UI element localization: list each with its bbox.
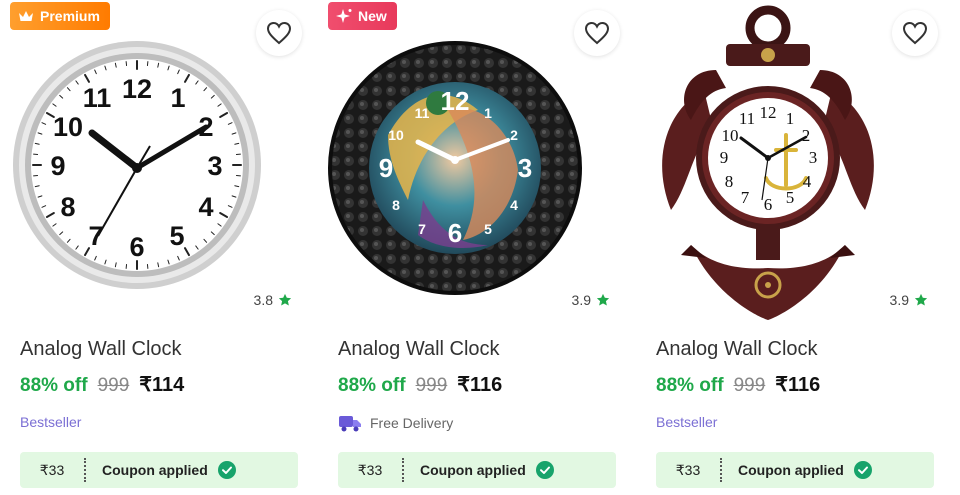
new-badge: New (328, 2, 397, 30)
selling-price: ₹116 (457, 374, 503, 396)
coupon-strip[interactable]: ₹33 Coupon applied (338, 452, 616, 488)
coupon-divider (402, 458, 404, 482)
product-card[interactable]: 12 1 2 3 4 5 6 7 8 9 10 11 3.9 Analog Wa… (646, 0, 946, 495)
numeral-7: 7 (418, 221, 426, 237)
wishlist-button[interactable] (256, 10, 302, 56)
delivery-truck-icon (339, 416, 361, 432)
numeral-2: 2 (802, 126, 811, 145)
star-icon (596, 293, 610, 306)
bestseller-tag: Bestseller (656, 414, 717, 430)
numeral-3: 3 (809, 148, 818, 167)
numeral-8: 8 (60, 192, 75, 222)
coupon-amount: ₹33 (39, 461, 65, 478)
numeral-11: 11 (83, 83, 112, 113)
coupon-label: Coupon applied (738, 462, 844, 478)
discount-label: 88% off (338, 375, 406, 396)
numeral-1: 1 (786, 109, 795, 128)
numeral-7: 7 (88, 221, 103, 251)
product-card[interactable]: 12 1 2 3 4 5 6 7 8 9 10 11 Prem (10, 0, 310, 495)
heart-icon (584, 21, 610, 45)
premium-badge: Premium (10, 2, 110, 30)
numeral-2: 2 (510, 127, 518, 143)
tag-label: Bestseller (20, 414, 82, 430)
numeral-11: 11 (415, 105, 430, 121)
heart-icon (902, 21, 928, 45)
numeral-3: 3 (207, 151, 222, 181)
coupon-amount: ₹33 (357, 461, 383, 478)
free-delivery-tag: Free Delivery (338, 414, 453, 432)
bestseller-tag: Bestseller (20, 414, 81, 430)
check-circle-icon (217, 461, 236, 479)
numeral-5: 5 (786, 188, 795, 207)
coupon-strip[interactable]: ₹33 Coupon applied (656, 452, 934, 488)
numeral-4: 4 (803, 172, 812, 191)
sparkle-icon (336, 9, 352, 23)
badge-label: Premium (40, 8, 100, 24)
numeral-1: 1 (170, 83, 185, 113)
tag-label: Bestseller (656, 414, 718, 430)
coupon-strip[interactable]: ₹33 Coupon applied (20, 452, 298, 488)
coupon-divider (84, 458, 86, 482)
wishlist-button[interactable] (892, 10, 938, 56)
numeral-12: 12 (760, 103, 777, 122)
product-card[interactable]: 12 3 6 9 1 2 4 5 7 8 10 11 New 3.9 Analo… (328, 0, 628, 495)
tag-label: Free Delivery (370, 415, 454, 431)
discount-label: 88% off (20, 375, 88, 396)
heart-icon (266, 21, 292, 45)
numeral-9: 9 (720, 148, 729, 167)
product-image[interactable]: 12 1 2 3 4 5 6 7 8 9 10 11 Prem (10, 0, 310, 330)
numeral-11: 11 (739, 109, 755, 128)
numeral-12: 12 (441, 86, 470, 116)
rating-value: 3.8 (253, 292, 273, 308)
badge-label: New (358, 8, 387, 24)
numeral-9: 9 (50, 151, 65, 181)
star-icon (278, 293, 292, 306)
numeral-4: 4 (198, 192, 213, 222)
product-image[interactable]: 12 1 2 3 4 5 6 7 8 9 10 11 3.9 (646, 0, 946, 330)
star-icon (914, 293, 928, 306)
check-circle-icon (853, 461, 872, 479)
numeral-4: 4 (510, 197, 518, 213)
rating-value: 3.9 (571, 292, 591, 308)
rating: 3.8 (254, 292, 292, 308)
original-price: 999 (415, 375, 448, 396)
coupon-amount: ₹33 (675, 461, 701, 478)
numeral-1: 1 (484, 105, 492, 121)
original-price: 999 (97, 375, 130, 396)
numeral-7: 7 (741, 188, 750, 207)
coupon-divider (720, 458, 722, 482)
price-row: 88% off 999 ₹116 (656, 372, 820, 397)
coupon-label: Coupon applied (102, 462, 208, 478)
selling-price: ₹116 (775, 374, 821, 396)
crown-icon (19, 11, 33, 21)
numeral-10: 10 (53, 112, 83, 142)
numeral-10: 10 (388, 127, 404, 143)
numeral-6: 6 (764, 195, 773, 214)
numeral-10: 10 (722, 126, 739, 145)
numeral-6: 6 (129, 232, 144, 262)
original-price: 999 (733, 375, 766, 396)
numeral-12: 12 (122, 74, 152, 104)
numeral-8: 8 (392, 197, 400, 213)
price-row: 88% off 999 ₹116 (338, 372, 502, 397)
numeral-9: 9 (379, 153, 393, 183)
numeral-6: 6 (448, 218, 462, 248)
product-image[interactable]: 12 3 6 9 1 2 4 5 7 8 10 11 New 3.9 (328, 0, 628, 330)
coupon-label: Coupon applied (420, 462, 526, 478)
product-title[interactable]: Analog Wall Clock (20, 338, 182, 361)
discount-label: 88% off (656, 375, 724, 396)
numeral-3: 3 (518, 153, 532, 183)
rating: 3.9 (890, 292, 928, 308)
rating: 3.9 (572, 292, 610, 308)
wishlist-button[interactable] (574, 10, 620, 56)
product-title[interactable]: Analog Wall Clock (656, 338, 818, 361)
selling-price: ₹114 (139, 374, 185, 396)
rating-value: 3.9 (889, 292, 909, 308)
product-title[interactable]: Analog Wall Clock (338, 338, 500, 361)
numeral-5: 5 (484, 221, 492, 237)
price-row: 88% off 999 ₹114 (20, 372, 184, 397)
numeral-5: 5 (169, 221, 184, 251)
numeral-8: 8 (725, 172, 734, 191)
check-circle-icon (535, 461, 554, 479)
